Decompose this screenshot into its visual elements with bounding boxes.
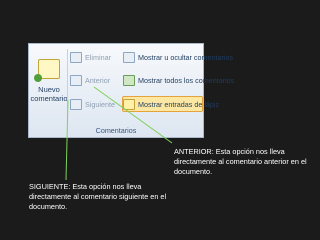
anterior-note: ANTERIOR: Esta opción nos lleva directam…: [174, 147, 307, 176]
slide: Nuevo comentario Eliminar Anterior Sigui…: [0, 0, 320, 240]
anterior-arrow: [93, 86, 173, 144]
siguiente-arrow: [65, 99, 69, 181]
siguiente-note: SIGUIENTE: Esta opción nos lleva directa…: [29, 182, 167, 211]
